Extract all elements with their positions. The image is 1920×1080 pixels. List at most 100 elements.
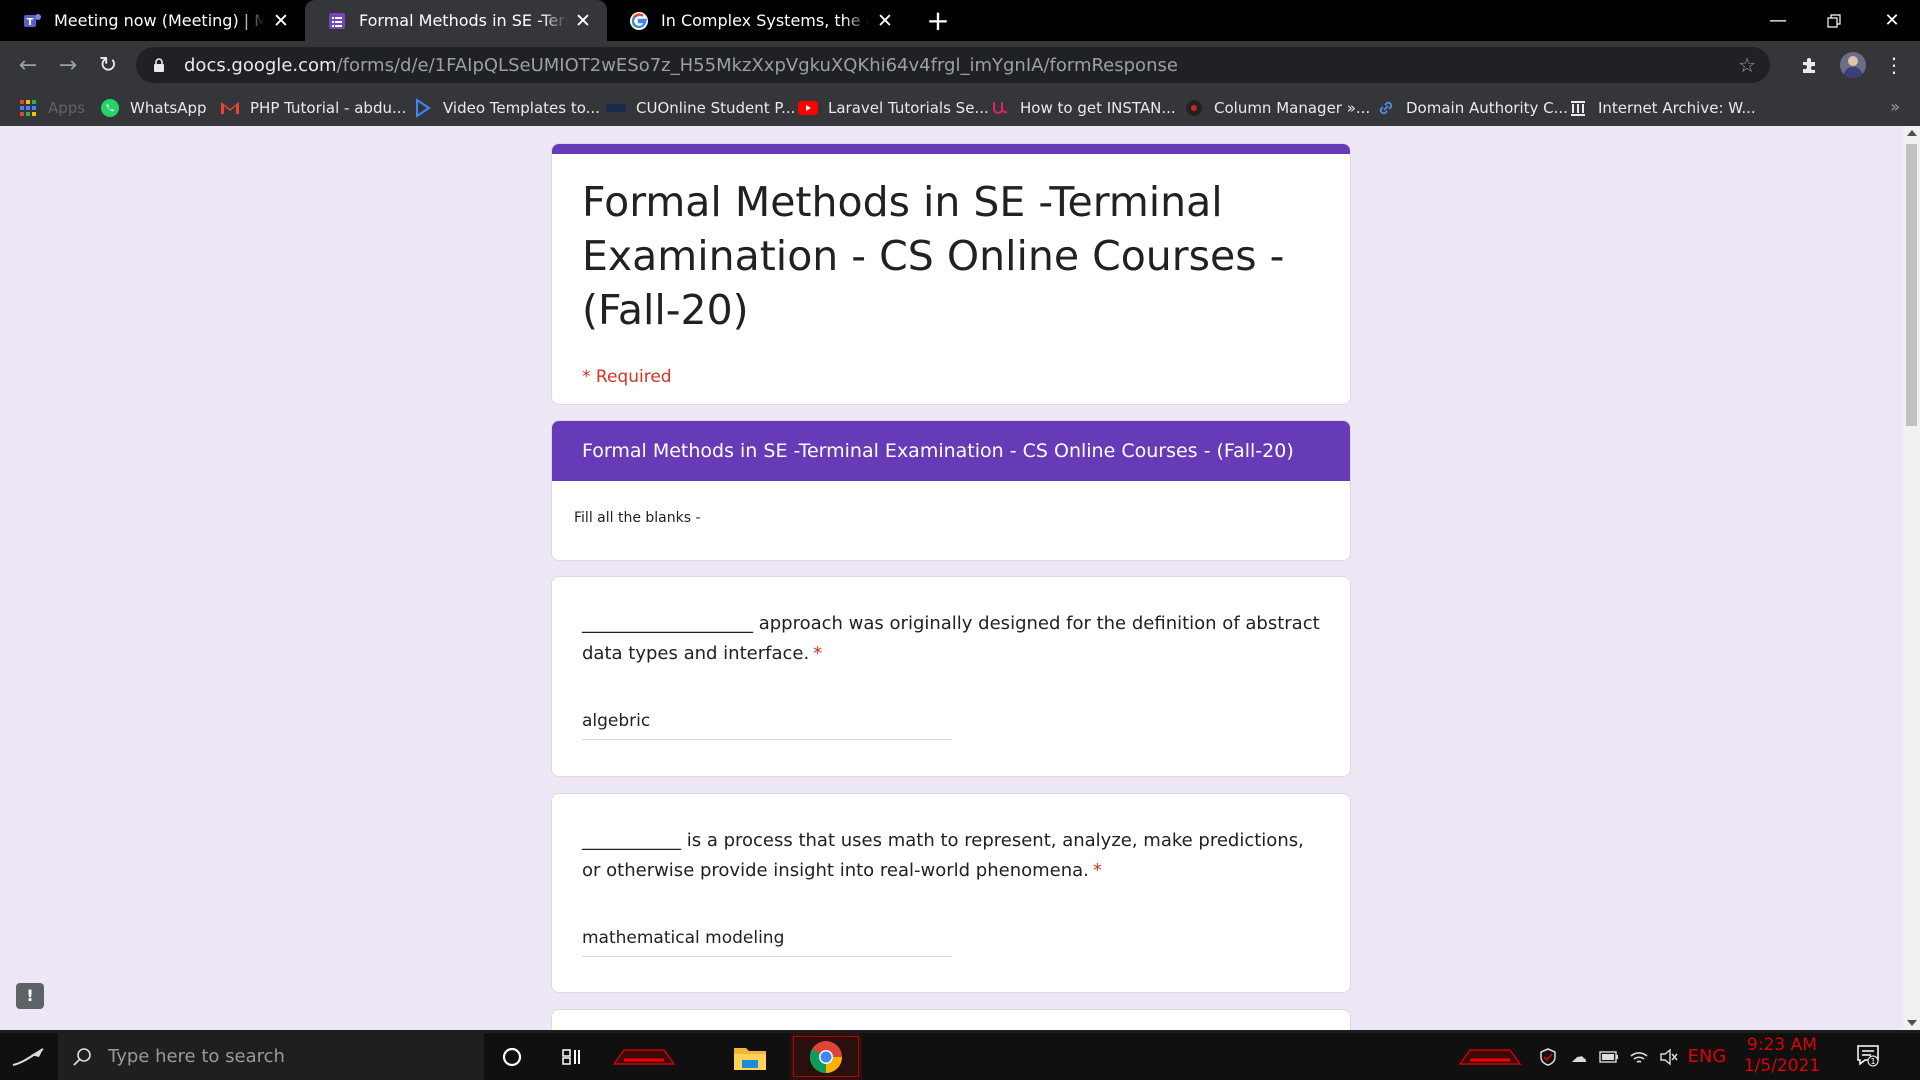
bookmark-label: Internet Archive: W...	[1598, 98, 1756, 117]
question-label: ___________________ approach was origina…	[582, 613, 1320, 664]
tab-teams-meeting[interactable]: T Meeting now (Meeting) | Microsoft Team…	[0, 0, 305, 41]
task-view-icon[interactable]	[544, 1033, 600, 1080]
lock-icon[interactable]	[150, 58, 168, 72]
bookmark-label: Video Templates to...	[443, 98, 600, 117]
url-host: docs.google.com	[184, 54, 337, 76]
google-forms-icon	[327, 11, 347, 31]
question-text: ___________ is a process that uses math …	[582, 826, 1322, 886]
udemy-icon	[990, 98, 1010, 118]
tab-title: Meeting now (Meeting) | Microsoft Teams	[54, 11, 265, 30]
bookmarks-bar: Apps WhatsApp PHP Tutorial - abdu... Vid…	[0, 89, 1920, 126]
tab-title: In Complex Systems, the output of	[661, 11, 869, 30]
address-bar[interactable]: docs.google.com/forms/d/e/1FAIpQLSeUMIOT…	[136, 47, 1770, 83]
search-icon	[72, 1047, 92, 1067]
section-card: Formal Methods in SE -Terminal Examinati…	[551, 420, 1351, 561]
new-tab-button[interactable]: +	[922, 4, 954, 37]
gmail-icon	[220, 98, 240, 118]
browser-tab-strip: T Meeting now (Meeting) | Microsoft Team…	[0, 0, 1920, 41]
form-title-card: Formal Methods in SE -Terminal Examinati…	[551, 143, 1351, 405]
whatsapp-icon	[100, 98, 120, 118]
start-button[interactable]	[0, 1033, 56, 1080]
extensions-puzzle-icon[interactable]	[1796, 51, 1824, 79]
page-scrollbar[interactable]	[1903, 126, 1920, 1030]
cortana-icon[interactable]	[484, 1033, 540, 1080]
back-arrow-icon[interactable]: ←	[12, 49, 44, 81]
battery-icon[interactable]	[1594, 1033, 1624, 1080]
gaming-center-icon[interactable]	[1450, 1033, 1530, 1080]
taskbar-search-box[interactable]: Type here to search	[58, 1033, 484, 1080]
forward-arrow-icon[interactable]: →	[52, 49, 84, 81]
svg-text:T: T	[27, 17, 34, 28]
profile-avatar[interactable]	[1840, 52, 1866, 78]
url-path: /forms/d/e/1FAIpQLSeUMIOT2wESo7z_H55MkzX…	[336, 54, 1178, 76]
tab-title: Formal Methods in SE -Terminal Examinati…	[359, 11, 567, 30]
bookmark-column-manager[interactable]: Column Manager »...	[1184, 89, 1370, 126]
bookmark-label: Domain Authority C...	[1406, 98, 1568, 117]
answer-input[interactable]: mathematical modeling	[582, 925, 952, 957]
question-card: ___________________ approach was origina…	[551, 576, 1351, 777]
report-problem-icon[interactable]: !	[16, 983, 44, 1009]
volume-muted-icon[interactable]	[1654, 1033, 1684, 1080]
bookmark-laravel-tutorials[interactable]: Laravel Tutorials Se...	[798, 89, 989, 126]
gaming-app-icon[interactable]	[604, 1033, 684, 1080]
bookmark-star-icon[interactable]: ☆	[1738, 53, 1756, 77]
close-tab-icon[interactable]: ✕	[875, 10, 895, 32]
onedrive-cloud-icon[interactable]: ☁	[1564, 1033, 1594, 1080]
required-note: * Required	[582, 367, 672, 387]
bookmark-internet-archive[interactable]: Internet Archive: W...	[1568, 89, 1756, 126]
bookmark-how-to-get-instant[interactable]: How to get INSTAN...	[990, 89, 1176, 126]
reload-icon[interactable]: ↻	[92, 49, 124, 81]
search-placeholder: Type here to search	[108, 1046, 285, 1067]
more-bookmarks-chevron-icon[interactable]: »	[1890, 97, 1900, 116]
required-asterisk: *	[1092, 860, 1102, 881]
column-manager-icon	[1184, 98, 1204, 118]
section-header: Formal Methods in SE -Terminal Examinati…	[552, 421, 1350, 481]
close-tab-icon[interactable]: ✕	[573, 10, 593, 32]
minimize-window-icon[interactable]: —	[1750, 0, 1806, 41]
form-title: Formal Methods in SE -Terminal Examinati…	[582, 178, 1285, 334]
restore-window-icon[interactable]	[1806, 0, 1862, 41]
cuonline-icon	[606, 98, 626, 118]
question-card-partial	[551, 1009, 1351, 1030]
bookmark-whatsapp[interactable]: WhatsApp	[100, 89, 207, 126]
bookmark-label: WhatsApp	[130, 98, 207, 117]
close-tab-icon[interactable]: ✕	[271, 10, 291, 32]
link-icon	[1376, 98, 1396, 118]
chrome-taskbar-icon[interactable]	[790, 1033, 862, 1080]
title-accent-stripe	[552, 144, 1350, 154]
youtube-icon	[798, 98, 818, 118]
tab-complex-systems[interactable]: In Complex Systems, the output of ✕	[607, 0, 909, 41]
bookmark-label: How to get INSTAN...	[1020, 98, 1176, 117]
bookmark-cuonline[interactable]: CUOnline Student P...	[606, 89, 795, 126]
question-card: ___________ is a process that uses math …	[551, 793, 1351, 993]
url-text[interactable]: docs.google.com/forms/d/e/1FAIpQLSeUMIOT…	[184, 55, 1178, 76]
bookmark-label: Laravel Tutorials Se...	[828, 98, 989, 117]
taskbar-clock[interactable]: 9:23 AM 1/5/2021	[1740, 1033, 1824, 1080]
browser-menu-icon[interactable]: ⋮	[1880, 51, 1908, 79]
teams-icon: T	[22, 11, 42, 31]
wifi-icon[interactable]	[1624, 1033, 1654, 1080]
file-explorer-icon[interactable]	[720, 1033, 780, 1080]
security-shield-icon[interactable]	[1532, 1033, 1564, 1080]
form-page: Formal Methods in SE -Terminal Examinati…	[0, 126, 1903, 1030]
question-label: ___________ is a process that uses math …	[582, 830, 1304, 881]
bookmark-apps[interactable]: Apps	[18, 89, 85, 126]
action-center-icon[interactable]: 1	[1856, 1043, 1880, 1067]
apps-grid-icon	[18, 98, 38, 118]
clock-time: 9:23 AM	[1747, 1035, 1817, 1055]
play-triangle-icon	[413, 97, 433, 118]
close-window-icon[interactable]: ✕	[1864, 0, 1920, 41]
question-text: ___________________ approach was origina…	[582, 609, 1322, 669]
bookmark-label: PHP Tutorial - abdu...	[250, 98, 407, 117]
answer-input[interactable]: algebric	[582, 708, 952, 740]
notification-count: 1	[1870, 1057, 1875, 1066]
scrollbar-thumb[interactable]	[1906, 144, 1917, 426]
bookmark-php-tutorial[interactable]: PHP Tutorial - abdu...	[220, 89, 406, 126]
bookmark-domain-authority[interactable]: Domain Authority C...	[1376, 89, 1568, 126]
scroll-up-arrow-icon[interactable]	[1907, 130, 1917, 136]
browser-toolbar: ← → ↻ docs.google.com/forms/d/e/1FAIpQLS…	[0, 41, 1920, 89]
tab-formal-methods-form[interactable]: Formal Methods in SE -Terminal Examinati…	[305, 0, 607, 41]
input-language-indicator[interactable]: ENG	[1684, 1033, 1730, 1080]
bookmark-video-templates[interactable]: Video Templates to...	[413, 89, 600, 126]
scroll-down-arrow-icon[interactable]	[1907, 1020, 1917, 1026]
